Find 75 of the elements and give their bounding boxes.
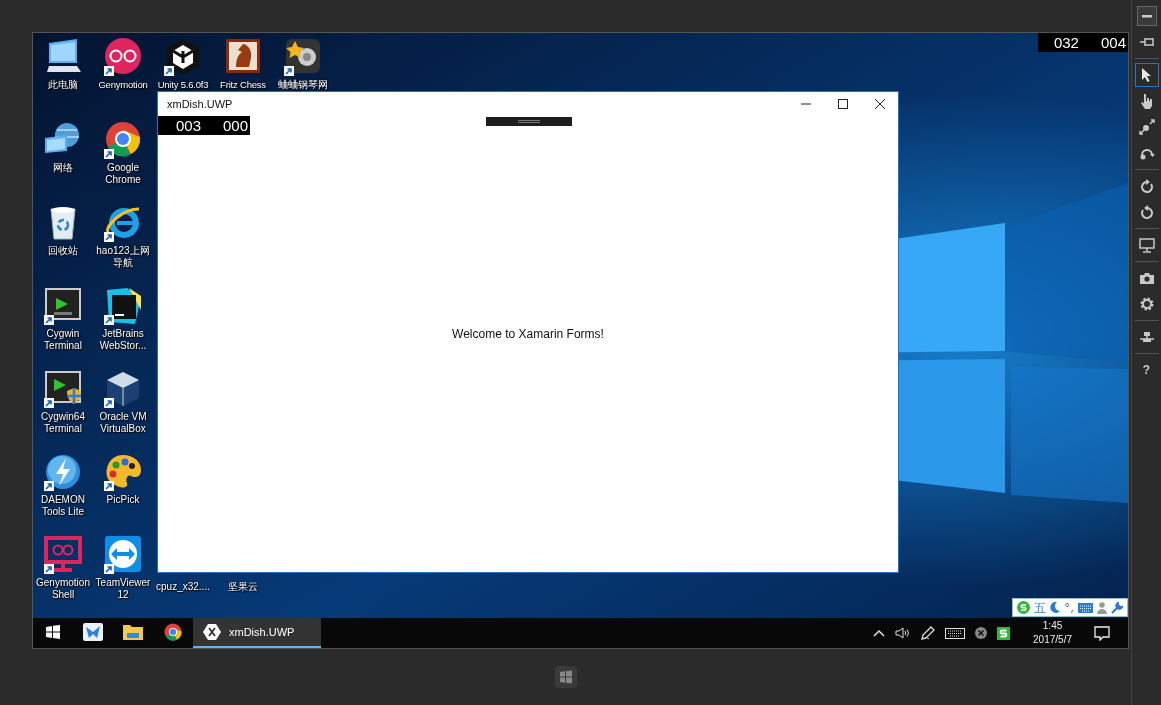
square-logo-icon — [107, 288, 141, 324]
terminal-icon — [45, 288, 81, 320]
windows-logo-icon[interactable] — [554, 665, 577, 688]
monitor-icon — [44, 536, 82, 572]
cube-icon — [107, 372, 139, 407]
desktop-shortcut[interactable]: Cygwin64 Terminal — [33, 369, 93, 434]
maximize-icon — [837, 99, 848, 109]
taskbar-window-button[interactable]: xmDish.UWP — [193, 618, 321, 648]
desktop-shortcut[interactable]: JetBrains WebStor... — [93, 286, 153, 351]
frame-counter: 003 000 — [158, 116, 251, 135]
desktop-shortcut[interactable]: Genymotion — [98, 37, 148, 91]
lightning-icon — [46, 455, 80, 489]
desktop-shortcut[interactable]: Unity 5.6.0f3 — [157, 37, 209, 91]
window-title: xmDish.UWP — [167, 98, 234, 110]
globe-monitor-icon — [45, 123, 80, 153]
desktop-shortcut[interactable]: Google Chrome — [93, 120, 153, 185]
terminal-shield-icon — [45, 371, 83, 406]
minimize-button[interactable] — [1136, 6, 1157, 26]
desktop-shortcut[interactable]: Genymotion Shell — [33, 535, 93, 600]
folder-icon — [123, 624, 143, 640]
desktop-shortcut[interactable]: hao123上网导航 — [93, 203, 153, 268]
browser-logo-icon — [106, 122, 141, 157]
monitor-icon — [1138, 237, 1155, 253]
circles-logo-icon — [105, 38, 141, 74]
rotate-right-icon — [1139, 178, 1154, 194]
desktop-shortcut[interactable]: 网络 — [43, 120, 83, 174]
moon-icon[interactable] — [1050, 602, 1061, 613]
recycle-bin-icon — [50, 207, 76, 240]
desktop-shortcut[interactable]: 蛐蛐钢琴网 — [278, 37, 328, 91]
cube-logo-icon — [167, 39, 199, 75]
desktop-shortcut[interactable]: DAEMON Tools Lite — [33, 452, 93, 517]
browser-ring-icon — [106, 207, 140, 238]
welcome-text: Welcome to Xamarin Forms! — [452, 327, 604, 341]
palette-icon — [106, 455, 141, 488]
close-circle-icon[interactable] — [975, 627, 988, 639]
desktop-shortcut[interactable]: Cygwin Terminal — [33, 286, 93, 351]
windows-logo-icon — [46, 625, 60, 639]
volume-icon[interactable] — [895, 627, 912, 639]
ime-mode-toggle[interactable]: °, — [1064, 600, 1074, 615]
desktop-shortcut[interactable]: TeamViewer 12 — [93, 535, 153, 600]
pointer-icon — [1140, 67, 1153, 83]
pen-icon[interactable] — [921, 626, 936, 640]
rotate-gesture-icon — [1138, 146, 1155, 160]
desktop-shortcut[interactable]: Oracle VM VirtualBox — [93, 369, 153, 434]
wrench-icon[interactable] — [1111, 601, 1123, 614]
pinch-icon — [1138, 119, 1155, 135]
keyboard-icon[interactable] — [945, 627, 966, 639]
drag-handle[interactable] — [486, 117, 572, 126]
hexagon-x-icon — [203, 624, 221, 640]
bird-icon — [83, 623, 103, 641]
close-icon — [874, 99, 885, 109]
horse-logo-icon — [226, 39, 260, 73]
desktop-shortcut[interactable]: cpuz_x32.... — [156, 579, 210, 593]
clock[interactable]: 1:45 2017/5/7 — [1015, 618, 1088, 648]
help-button[interactable]: ? — [1134, 358, 1159, 382]
pointer-tool-button[interactable] — [1134, 63, 1159, 87]
desktop-shortcut[interactable]: PicPick — [103, 452, 143, 506]
notification-icon[interactable] — [1094, 625, 1110, 641]
frame-counter: 032 004 — [1037, 33, 1128, 52]
desktop-shortcut[interactable]: 坚果云 — [228, 579, 258, 593]
camera-icon — [1138, 271, 1155, 285]
ime-mode-toggle[interactable]: 五 — [1034, 600, 1047, 615]
s-logo-icon[interactable] — [997, 626, 1011, 640]
monitor-icon — [47, 39, 81, 72]
desktop-shortcut[interactable]: Fritz Chess — [220, 37, 266, 91]
chevron-up-icon[interactable] — [873, 629, 886, 637]
desktop-shortcut[interactable]: 回收站 — [43, 203, 83, 257]
person-icon[interactable] — [1097, 601, 1107, 614]
network-icon — [1138, 331, 1155, 343]
hand-icon — [1139, 93, 1154, 109]
settings-icon — [1138, 296, 1155, 312]
rotate-left-icon — [1139, 204, 1154, 220]
browser-logo-icon — [164, 623, 182, 641]
desktop-shortcut[interactable]: 此电脑 — [43, 37, 83, 91]
pin-icon — [1138, 36, 1155, 48]
